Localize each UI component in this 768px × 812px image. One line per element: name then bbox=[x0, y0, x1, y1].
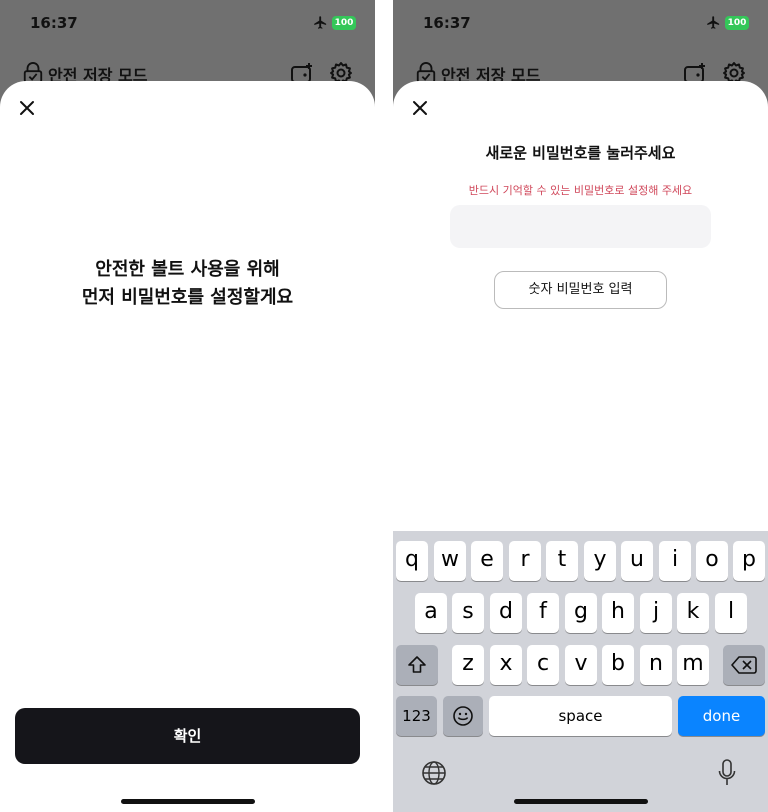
key-d[interactable]: d bbox=[490, 593, 522, 633]
key-x[interactable]: x bbox=[490, 645, 522, 685]
key-u[interactable]: u bbox=[621, 541, 653, 581]
airplane-mode-icon bbox=[314, 16, 327, 29]
status-time: 16:37 bbox=[30, 14, 78, 32]
key-c[interactable]: c bbox=[527, 645, 559, 685]
numbers-key[interactable]: 123 bbox=[396, 696, 437, 736]
key-b[interactable]: b bbox=[602, 645, 634, 685]
key-y[interactable]: y bbox=[584, 541, 616, 581]
key-f[interactable]: f bbox=[527, 593, 559, 633]
shift-icon bbox=[408, 656, 426, 673]
key-i[interactable]: i bbox=[659, 541, 691, 581]
intro-line-2: 먼저 비밀번호를 설정할게요 bbox=[81, 287, 294, 308]
close-icon[interactable] bbox=[409, 97, 431, 119]
key-g[interactable]: g bbox=[565, 593, 597, 633]
backspace-icon bbox=[731, 656, 757, 674]
status-bar: 16:37 100 bbox=[393, 0, 768, 46]
key-v[interactable]: v bbox=[565, 645, 597, 685]
password-hint: 반드시 기억할 수 있는 비밀번호로 설정해 주세요 bbox=[468, 184, 693, 197]
shift-key[interactable] bbox=[396, 645, 438, 685]
key-j[interactable]: j bbox=[640, 593, 672, 633]
key-m[interactable]: m bbox=[677, 645, 709, 685]
password-title: 새로운 비밀번호를 눌러주세요 bbox=[485, 144, 676, 162]
home-indicator bbox=[121, 799, 255, 804]
close-icon[interactable] bbox=[16, 97, 38, 119]
intro-screen: 16:37 100 안전 저장 모드 안전한 볼트 사용을 위해 먼저 비밀번호… bbox=[0, 0, 375, 812]
numeric-password-button[interactable]: 숫자 비밀번호 입력 bbox=[494, 271, 667, 309]
battery-indicator: 100 bbox=[332, 16, 356, 30]
airplane-mode-icon bbox=[707, 16, 720, 29]
key-e[interactable]: e bbox=[471, 541, 503, 581]
globe-icon[interactable] bbox=[421, 760, 447, 786]
status-bar: 16:37 100 bbox=[0, 0, 375, 46]
delete-key[interactable] bbox=[723, 645, 765, 685]
key-p[interactable]: p bbox=[733, 541, 765, 581]
microphone-icon[interactable] bbox=[717, 758, 737, 788]
key-o[interactable]: o bbox=[696, 541, 728, 581]
status-time: 16:37 bbox=[423, 14, 471, 32]
key-n[interactable]: n bbox=[640, 645, 672, 685]
intro-message: 안전한 볼트 사용을 위해 먼저 비밀번호를 설정할게요 bbox=[0, 256, 375, 312]
emoji-key[interactable] bbox=[443, 696, 483, 736]
key-l[interactable]: l bbox=[715, 593, 747, 633]
key-k[interactable]: k bbox=[677, 593, 709, 633]
password-screen: 16:37 100 안전 저장 모드 새로운 비밀번호를 눌러주세요 반드시 기… bbox=[393, 0, 768, 812]
bottom-sheet: 안전한 볼트 사용을 위해 먼저 비밀번호를 설정할게요 확인 bbox=[0, 81, 375, 812]
key-q[interactable]: q bbox=[396, 541, 428, 581]
key-s[interactable]: s bbox=[452, 593, 484, 633]
intro-line-1: 안전한 볼트 사용을 위해 bbox=[95, 259, 280, 280]
keyboard: q w e r t y u i o p a s d f g h j k l z … bbox=[393, 531, 768, 812]
home-indicator bbox=[514, 799, 648, 804]
done-key[interactable]: done bbox=[678, 696, 765, 736]
key-z[interactable]: z bbox=[452, 645, 484, 685]
space-key[interactable]: space bbox=[489, 696, 672, 736]
key-r[interactable]: r bbox=[509, 541, 541, 581]
emoji-icon bbox=[453, 706, 473, 726]
key-a[interactable]: a bbox=[415, 593, 447, 633]
confirm-button[interactable]: 확인 bbox=[15, 708, 360, 764]
key-h[interactable]: h bbox=[602, 593, 634, 633]
key-t[interactable]: t bbox=[546, 541, 578, 581]
battery-indicator: 100 bbox=[725, 16, 749, 30]
key-w[interactable]: w bbox=[434, 541, 466, 581]
password-input[interactable] bbox=[450, 205, 711, 248]
